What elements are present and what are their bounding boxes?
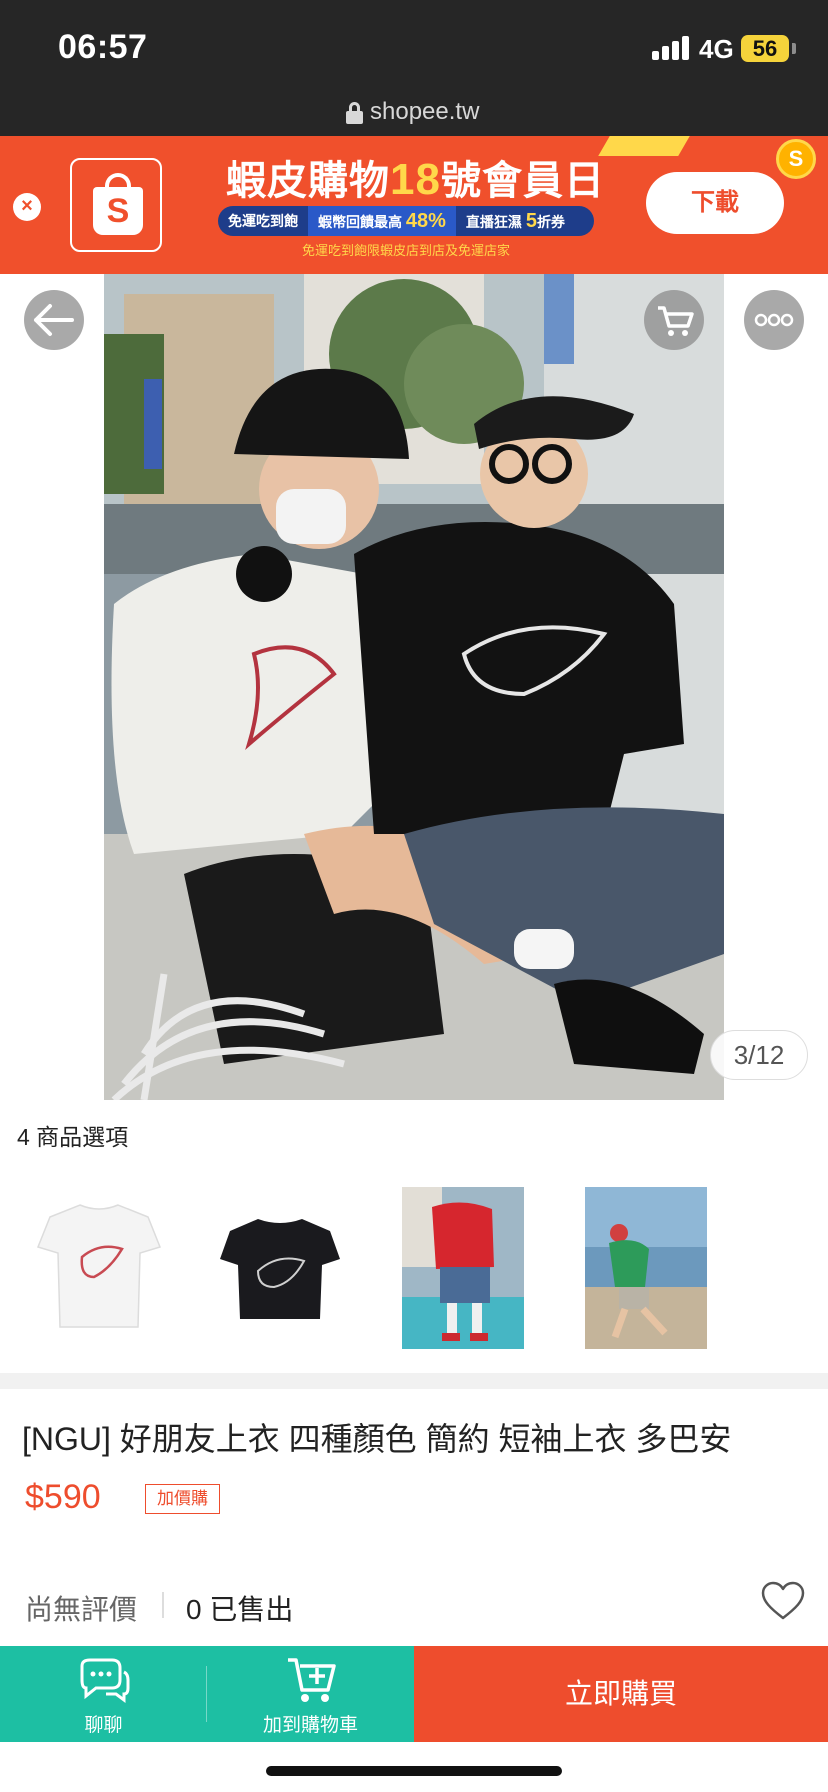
chat-button[interactable]: 聊聊 <box>0 1646 207 1742</box>
lock-icon <box>346 102 363 124</box>
product-title: [NGU] 好朋友上衣 四種顏色 簡約 短袖上衣 多巴安 <box>22 1421 732 1457</box>
decoration-stripe <box>598 136 690 156</box>
image-counter: 3/12 <box>710 1030 808 1080</box>
cart-icon <box>658 306 694 336</box>
banner-perks: 免運吃到飽 蝦幣回饋最高 48% 直播狂濕 5折券 <box>218 206 594 236</box>
banner-headline: 蝦皮購物18號會員日 <box>226 148 605 206</box>
chat-label: 聊聊 <box>84 1715 123 1736</box>
variation-thumb-white[interactable] <box>30 1187 168 1349</box>
download-app-button[interactable]: 下載 <box>646 172 784 234</box>
shopee-coin-icon: S <box>776 139 816 179</box>
product-price: $590 <box>25 1478 101 1516</box>
addon-deal-tag[interactable]: 加價購 <box>145 1484 220 1514</box>
section-divider <box>0 1373 828 1389</box>
headline-prefix: 蝦皮購物 <box>226 159 390 203</box>
shopee-logo: S <box>70 158 162 252</box>
more-options-button[interactable] <box>744 290 804 350</box>
app-download-banner: S × S 蝦皮購物18號會員日 免運吃到飽 蝦幣回饋最高 48% 直播狂濕 5… <box>0 136 828 274</box>
cart-button[interactable] <box>644 290 704 350</box>
battery-icon: 56 <box>741 35 789 62</box>
more-icon <box>754 313 794 327</box>
headline-number: 18 <box>390 155 441 204</box>
arrow-left-icon <box>34 304 74 336</box>
variation-thumb-green[interactable] <box>585 1187 707 1349</box>
home-indicator-area <box>0 1742 828 1792</box>
heart-icon <box>761 1581 805 1620</box>
variation-thumb-red[interactable] <box>402 1187 524 1349</box>
sold-count: 0 已售出 <box>186 1594 294 1625</box>
banner-subline: 免運吃到飽限蝦皮店到店及免運店家 <box>302 243 511 258</box>
perk-coin-cashback: 蝦幣回饋最高 48% <box>308 206 456 236</box>
perk-free-shipping: 免運吃到飽 <box>228 213 298 229</box>
bottom-action-bar: 聊聊 加到購物車 立即購買 <box>0 1646 828 1742</box>
buy-now-button[interactable]: 立即購買 <box>414 1646 828 1742</box>
back-button[interactable] <box>24 290 84 350</box>
signal-icon <box>652 36 692 60</box>
home-indicator[interactable] <box>266 1766 562 1776</box>
like-button[interactable] <box>760 1580 806 1622</box>
headline-suffix: 號會員日 <box>440 159 605 203</box>
variations-label: 4 商品選項 <box>17 1124 129 1150</box>
status-bar: 06:57 4G 56 <box>0 0 828 96</box>
rating-sold-separator <box>162 1592 164 1618</box>
add-to-cart-button[interactable]: 加到購物車 <box>207 1646 414 1742</box>
rating-text[interactable]: 尚無評價 <box>25 1588 137 1628</box>
network-type: 4G <box>699 34 734 64</box>
add-to-cart-label: 加到購物車 <box>262 1715 358 1736</box>
perk-live-coupon: 直播狂濕 5折券 <box>465 210 565 232</box>
product-gallery[interactable]: 3/12 <box>0 274 828 1100</box>
status-time: 06:57 <box>58 28 148 66</box>
variation-thumb-black[interactable] <box>218 1187 342 1349</box>
url-text: shopee.tw <box>370 98 480 125</box>
shopping-bag-icon: S <box>93 187 143 235</box>
chat-bubbles-icon <box>80 1658 130 1703</box>
close-icon[interactable]: × <box>13 193 41 221</box>
address-bar[interactable]: shopee.tw <box>0 96 828 136</box>
product-photo[interactable] <box>104 274 724 1100</box>
cart-plus-icon <box>288 1658 336 1702</box>
battery-tip <box>792 43 796 54</box>
